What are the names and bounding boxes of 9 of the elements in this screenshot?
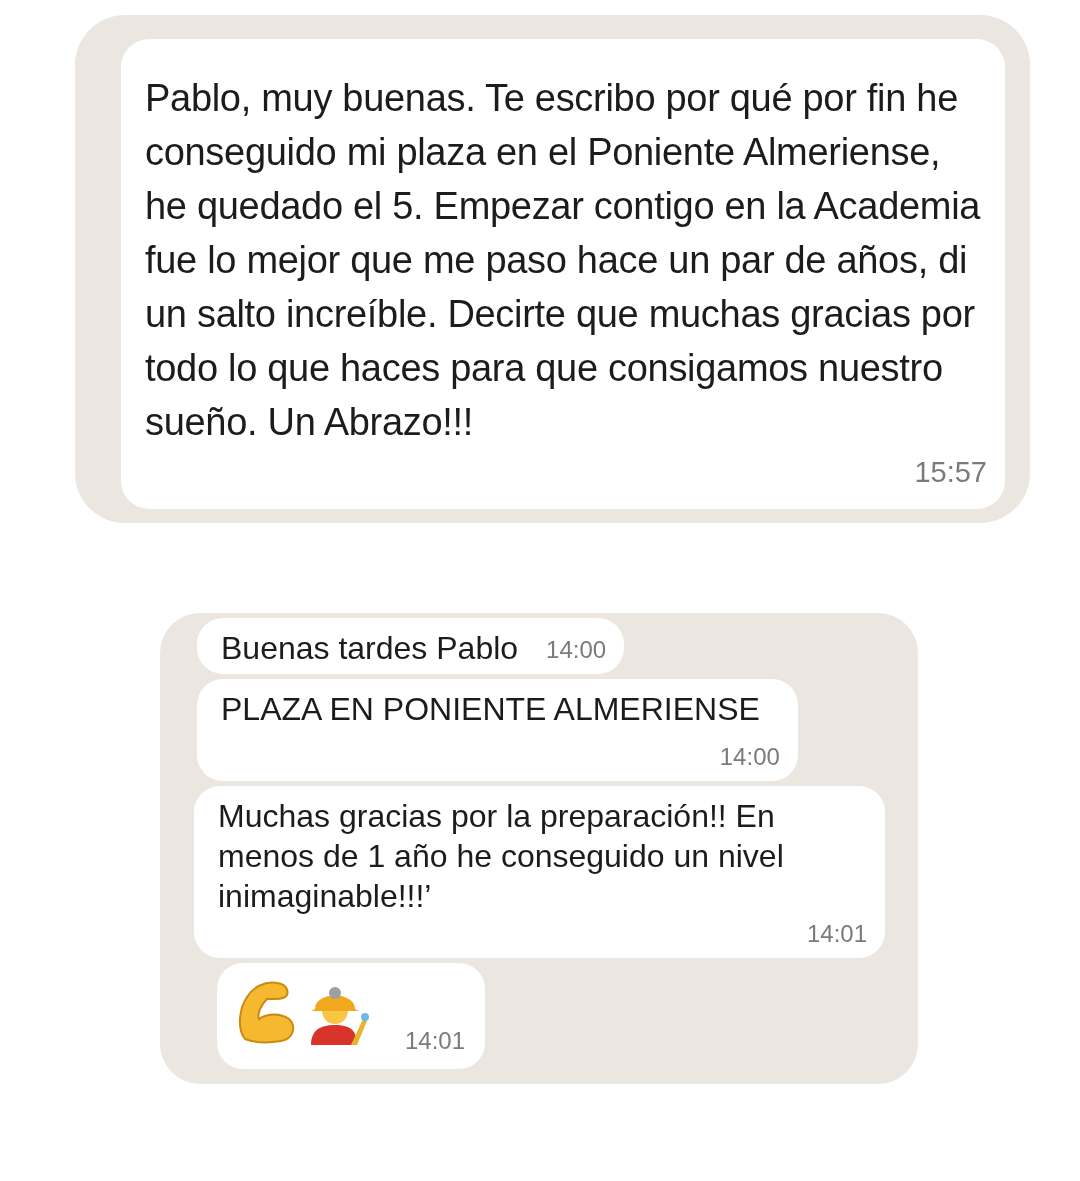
message-time: 14:01	[405, 1025, 466, 1056]
message-time: 14:00	[719, 741, 780, 772]
message-text: Buenas tardes Pablo	[221, 628, 519, 668]
message-text: PLAZA EN PONIENTE ALMERIENSE	[221, 689, 761, 729]
message-time: 14:01	[806, 918, 867, 949]
message-text: Pablo, muy buenas. Te escribo por qué por fin he conseguido mi plaza en el Poniente Almeriense, he quedado el 5. Empezar contigo en la Academia fue lo mejor que me paso hace un par de años, di un salto increíble. Decirte que muchas gracias por todo lo que haces para que consigamos nuestro sueño. Un Abrazo!!!	[145, 76, 982, 445]
message-text: Muchas gracias por la preparación!! En menos de 1 año he conseguido un nivel inimaginable!!!’	[218, 796, 785, 916]
message-time: 15:57	[914, 455, 987, 490]
message-time: 14:00	[546, 634, 607, 665]
